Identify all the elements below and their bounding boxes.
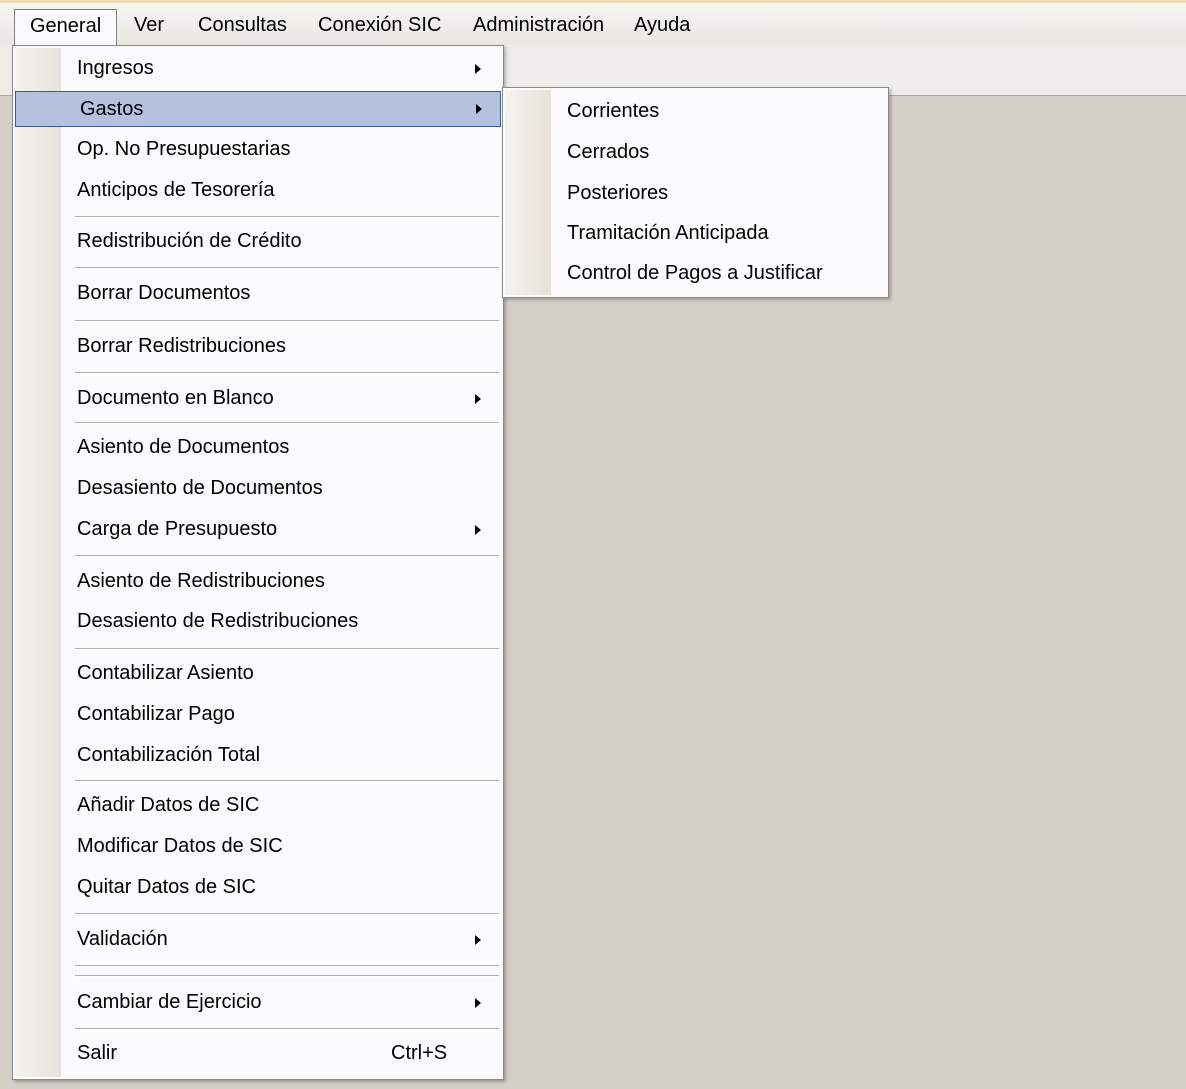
menu-item-carga-presupuesto[interactable]: Carga de Presupuesto (77, 512, 499, 548)
menu-item-borrar-documentos[interactable]: Borrar Documentos (77, 276, 499, 312)
menu-item-borrar-redistribuciones[interactable]: Borrar Redistribuciones (77, 329, 499, 365)
menu-item-label: Asiento de Documentos (77, 436, 290, 458)
submenu-item-tramitacion-anticipada[interactable]: Tramitación Anticipada (567, 216, 883, 252)
menu-item-quitar-datos-sic[interactable]: Quitar Datos de SIC (77, 870, 499, 906)
menu-item-label: Cerrados (567, 141, 650, 163)
menu-separator (75, 372, 499, 374)
menu-item-label: Corrientes (567, 100, 660, 122)
menu-item-label: Gastos (80, 98, 144, 120)
menu-item-label: Cambiar de Ejercicio (77, 991, 262, 1013)
menu-separator (75, 555, 499, 557)
menu-separator (75, 965, 499, 967)
menu-item-anadir-datos-sic[interactable]: Añadir Datos de SIC (77, 788, 499, 824)
menu-item-asiento-documentos[interactable]: Asiento de Documentos (77, 430, 499, 466)
menu-item-label: Ingresos (77, 57, 154, 79)
submenu-arrow-icon (475, 394, 481, 404)
submenu-item-posteriores[interactable]: Posteriores (567, 176, 883, 212)
menu-item-ingresos[interactable]: Ingresos (77, 51, 499, 87)
menu-consultas[interactable]: Consultas (194, 9, 291, 41)
menu-separator (75, 216, 499, 218)
menu-item-label: Contabilizar Asiento (77, 662, 254, 684)
submenu-arrow-icon (475, 525, 481, 535)
submenu-item-corrientes[interactable]: Corrientes (567, 94, 883, 130)
menu-separator (75, 913, 499, 915)
menu-item-label: Redistribución de Crédito (77, 230, 302, 252)
menu-separator (75, 267, 499, 269)
menu-separator (75, 780, 499, 782)
submenu-arrow-icon (476, 104, 482, 114)
menu-item-label: Borrar Redistribuciones (77, 335, 286, 357)
menu-item-label: Tramitación Anticipada (567, 222, 769, 244)
menu-item-validacion[interactable]: Validación (77, 922, 499, 958)
menu-general[interactable]: General (14, 9, 118, 49)
menu-icon-gutter (15, 48, 61, 1077)
menu-item-label: Op. No Presupuestarias (77, 138, 291, 160)
menu-item-contabilizar-asiento[interactable]: Contabilizar Asiento (77, 656, 499, 692)
gastos-submenu: Corrientes Cerrados Posteriores Tramitac… (502, 87, 889, 298)
menu-item-label: Validación (77, 928, 168, 950)
menu-item-label: Documento en Blanco (77, 387, 274, 409)
menu-separator (75, 422, 499, 424)
menu-ver[interactable]: Ver (130, 9, 168, 41)
menu-item-label: Control de Pagos a Justificar (567, 262, 823, 284)
shortcut-label: Ctrl+S (391, 1042, 448, 1064)
menu-item-label: Anticipos de Tesorería (77, 179, 275, 201)
menu-item-label: Posteriores (567, 182, 669, 204)
menu-item-label: Quitar Datos de SIC (77, 876, 256, 898)
menu-separator (75, 648, 499, 650)
submenu-item-control-pagos-justificar[interactable]: Control de Pagos a Justificar (567, 256, 883, 292)
submenu-item-cerrados[interactable]: Cerrados (567, 135, 883, 171)
menu-item-gastos[interactable]: Gastos (15, 91, 501, 127)
menu-item-documento-en-blanco[interactable]: Documento en Blanco (77, 381, 499, 417)
menu-item-contabilizar-pago[interactable]: Contabilizar Pago (77, 697, 499, 733)
menu-separator (75, 975, 499, 977)
menu-item-label: Contabilizar Pago (77, 703, 235, 725)
menu-bar: General Ver Consultas Conexión SIC Admin… (0, 3, 1186, 49)
menu-item-modificar-datos-sic[interactable]: Modificar Datos de SIC (77, 829, 499, 865)
menu-item-label: Contabilización Total (77, 744, 261, 766)
menu-separator (75, 1028, 499, 1030)
submenu-arrow-icon (475, 935, 481, 945)
menu-item-contabilizacion-total[interactable]: Contabilización Total (77, 738, 499, 774)
menu-item-cambiar-ejercicio[interactable]: Cambiar de Ejercicio (77, 985, 499, 1021)
menu-item-salir[interactable]: Salir Ctrl+S (77, 1036, 499, 1072)
menu-item-redistribucion-credito[interactable]: Redistribución de Crédito (77, 224, 499, 260)
menu-conexion-sic[interactable]: Conexión SIC (314, 9, 445, 41)
menu-separator (75, 320, 499, 322)
menu-item-label: Carga de Presupuesto (77, 518, 278, 540)
menu-item-label: Desasiento de Documentos (77, 477, 323, 499)
menu-item-desasiento-documentos[interactable]: Desasiento de Documentos (77, 471, 499, 507)
menu-item-label: Salir (77, 1042, 118, 1064)
submenu-arrow-icon (475, 64, 481, 74)
menu-item-desasiento-redistribuciones[interactable]: Desasiento de Redistribuciones (77, 604, 499, 640)
menu-ayuda[interactable]: Ayuda (630, 9, 694, 41)
menu-item-label: Borrar Documentos (77, 282, 251, 304)
menu-icon-gutter (505, 90, 551, 295)
menu-item-label: Añadir Datos de SIC (77, 794, 260, 816)
menu-administracion[interactable]: Administración (469, 9, 608, 41)
general-dropdown-menu: Ingresos Gastos Op. No Presupuestarias A… (12, 45, 504, 1080)
submenu-arrow-icon (475, 998, 481, 1008)
menu-item-op-no-presupuestarias[interactable]: Op. No Presupuestarias (77, 132, 499, 168)
menu-item-anticipos-tesoreria[interactable]: Anticipos de Tesorería (77, 173, 499, 209)
menu-item-label: Asiento de Redistribuciones (77, 570, 325, 592)
menu-item-asiento-redistribuciones[interactable]: Asiento de Redistribuciones (77, 564, 499, 600)
menu-item-label: Desasiento de Redistribuciones (77, 610, 359, 632)
menu-item-label: Modificar Datos de SIC (77, 835, 283, 857)
